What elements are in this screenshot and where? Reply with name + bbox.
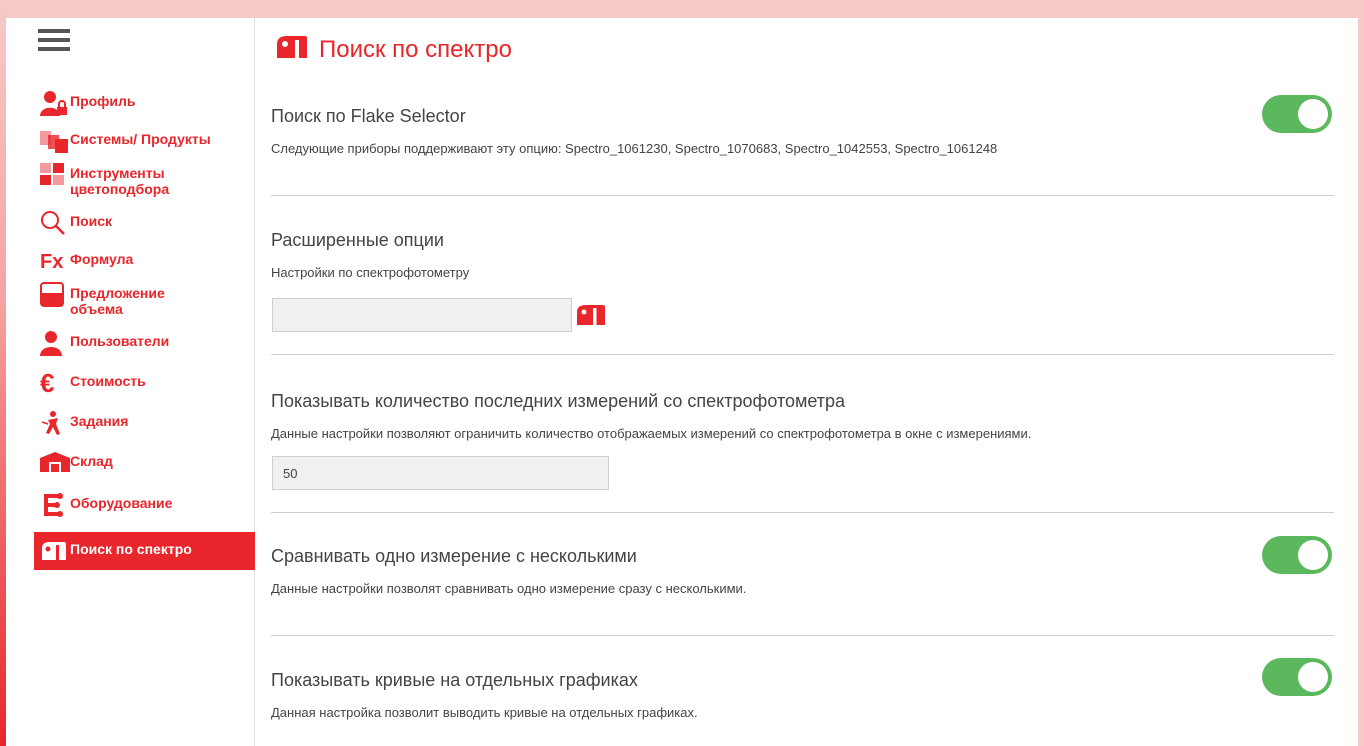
section-title: Поиск по Flake Selector [271, 106, 466, 126]
section-description: Настройки по спектрофотометру [271, 265, 470, 280]
section-title: Показывать кривые на отдельных графиках [271, 670, 638, 690]
sidebar-nav: Профиль Системы/ Продукты Инструменты цв… [34, 90, 255, 570]
divider [271, 512, 1334, 513]
separate-curves-toggle[interactable] [1262, 658, 1332, 696]
sidebar-item-color-tools[interactable]: Инструменты цветоподбора [34, 162, 255, 206]
svg-text:Fx: Fx [40, 251, 63, 272]
sidebar-item-label: Формула [70, 251, 134, 267]
sidebar-item-systems-products[interactable]: Системы/ Продукты [34, 128, 255, 162]
spectro-device-icon[interactable] [575, 303, 607, 332]
window-right-border [1358, 0, 1364, 746]
section-compare-measurements: Сравнивать одно измерение с несколькими … [271, 546, 1334, 596]
color-tools-grid-icon [40, 162, 70, 188]
search-icon [40, 210, 70, 236]
sidebar-item-profile[interactable]: Профиль [34, 90, 255, 124]
sidebar-item-warehouse[interactable]: Склад [34, 450, 255, 490]
sidebar-item-users[interactable]: Пользователи [34, 330, 255, 366]
volume-can-icon [40, 282, 70, 308]
hamburger-menu-icon[interactable] [38, 29, 70, 53]
section-separate-curves: Показывать кривые на отдельных графиках … [271, 670, 1334, 720]
section-title: Расширенные опции [271, 230, 444, 250]
measurement-count-input[interactable]: 50 [272, 456, 609, 490]
section-description: Следующие приборы поддерживают эту опцию… [271, 141, 998, 156]
divider [271, 635, 1334, 636]
compare-measurements-toggle[interactable] [1262, 536, 1332, 574]
sidebar: Профиль Системы/ Продукты Инструменты цв… [6, 18, 255, 746]
sidebar-item-label: Склад [70, 453, 113, 469]
section-title: Сравнивать одно измерение с несколькими [271, 546, 637, 566]
sidebar-item-label: Оборудование [70, 495, 173, 511]
section-measurement-count: Показывать количество последних измерени… [271, 391, 1334, 441]
sidebar-item-label: Системы/ Продукты [70, 131, 211, 147]
sidebar-item-label: Задания [70, 413, 129, 429]
divider [271, 354, 1334, 355]
sidebar-item-label: Стоимость [70, 373, 146, 389]
sidebar-item-spectro-search[interactable]: Поиск по спектро [34, 532, 255, 570]
sidebar-item-label: Профиль [70, 93, 136, 109]
section-flake-selector: Поиск по Flake Selector Следующие прибор… [271, 106, 1334, 156]
sidebar-item-label: Инструменты цветоподбора [70, 165, 170, 197]
sidebar-item-search[interactable]: Поиск [34, 210, 255, 248]
svg-text:€: € [40, 370, 54, 396]
user-icon [40, 330, 70, 356]
sidebar-item-label: Поиск [70, 213, 113, 229]
section-title: Показывать количество последних измерени… [271, 391, 846, 411]
euro-icon: € [40, 370, 70, 396]
flake-selector-toggle[interactable] [1262, 95, 1332, 133]
window-top-border [0, 0, 1364, 18]
sidebar-item-cost[interactable]: € Стоимость [34, 370, 255, 410]
sidebar-item-volume-proposal[interactable]: Предложение объема [34, 282, 255, 326]
section-description: Данная настройка позволит выводить кривы… [271, 705, 698, 720]
spectro-device-icon [275, 34, 309, 65]
spectro-settings-field[interactable] [272, 298, 572, 332]
paint-cans-icon [40, 128, 70, 154]
formula-fx-icon: Fx [40, 248, 70, 274]
divider [271, 195, 1334, 196]
page-title-text: Поиск по спектро [319, 35, 512, 63]
sidebar-item-label: Предложение объема [70, 285, 165, 317]
equipment-tree-icon [40, 492, 70, 518]
main-content: Поиск по спектро Поиск по Flake Selector… [255, 18, 1358, 746]
user-lock-icon [40, 90, 70, 116]
section-advanced-options: Расширенные опции Настройки по спектрофо… [271, 230, 1334, 280]
sidebar-item-label: Пользователи [70, 333, 170, 349]
sidebar-item-equipment[interactable]: Оборудование [34, 492, 255, 528]
section-description: Данные настройки позволят сравнивать одн… [271, 581, 747, 596]
page-title: Поиск по спектро [275, 34, 512, 65]
spectro-device-icon [40, 538, 70, 564]
sidebar-item-formula[interactable]: Fx Формула [34, 248, 255, 278]
spray-task-icon [40, 410, 70, 436]
sidebar-item-tasks[interactable]: Задания [34, 410, 255, 450]
warehouse-box-icon [40, 450, 70, 476]
section-description: Данные настройки позволяют ограничить ко… [271, 426, 1032, 441]
sidebar-item-label: Поиск по спектро [70, 541, 192, 557]
